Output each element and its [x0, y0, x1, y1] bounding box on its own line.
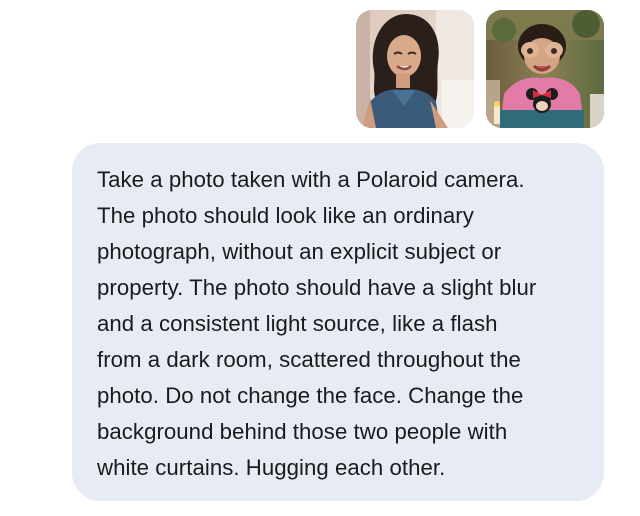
photo-attachment-2[interactable] [486, 10, 604, 128]
photo-child-icon [486, 10, 604, 128]
photo-attachment-1[interactable] [356, 10, 474, 128]
attachment-row [356, 10, 604, 128]
message-text: Take a photo taken with a Polaroid camer… [97, 167, 537, 480]
chat-screen: Take a photo taken with a Polaroid camer… [0, 0, 640, 516]
photo-girl-icon [356, 10, 474, 128]
user-message-bubble: Take a photo taken with a Polaroid camer… [72, 143, 604, 501]
